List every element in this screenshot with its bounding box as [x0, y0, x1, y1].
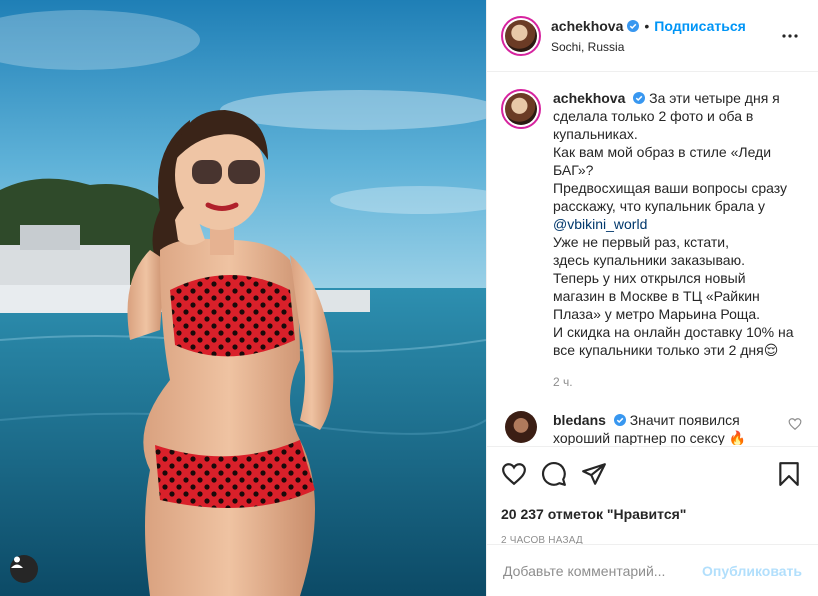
like-count[interactable]: 20 237 отметок "Нравится"	[501, 506, 802, 522]
author-username[interactable]: achekhova	[551, 18, 623, 34]
add-comment-bar: Опубликовать	[487, 544, 818, 596]
post-photo[interactable]	[0, 0, 486, 596]
post-location[interactable]: Sochi, Russia	[551, 40, 778, 54]
caption-line: сделала только 2 фото и оба в	[553, 108, 754, 124]
comment-icon[interactable]	[541, 461, 567, 487]
verified-badge-icon	[613, 414, 626, 426]
follow-button[interactable]: Подписаться	[654, 18, 746, 34]
caption-username[interactable]: achekhova	[553, 90, 625, 106]
tagged-users-button[interactable]	[10, 555, 38, 583]
comment-text-line: хороший партнер по сексу 🔥	[553, 430, 747, 445]
caption-timestamp[interactable]: 2 ч.	[553, 373, 802, 391]
caption-line: Уже не первый раз, кстати,	[553, 234, 729, 250]
author-avatar[interactable]	[501, 15, 541, 56]
caption-avatar[interactable]	[501, 89, 541, 129]
caption-line: За эти четыре дня я	[649, 90, 780, 106]
beach-photo-illustration	[0, 0, 486, 596]
commenter-avatar[interactable]	[505, 411, 537, 443]
caption-line: Плаза» у метро Марьина Роща.	[553, 306, 761, 322]
mention-link[interactable]: @vbikini_world	[553, 215, 802, 233]
caption-line: магазин в Москве в ТЦ «Райкин	[553, 288, 760, 304]
more-options-button[interactable]	[778, 24, 802, 48]
more-horizontal-icon	[782, 33, 798, 38]
caption: achekhova За эти четыре дня я сделала то…	[501, 89, 802, 411]
caption-line: БАГ»?	[553, 162, 594, 178]
caption-line: здесь купальники заказываю.	[553, 252, 745, 268]
comment-item: bledans Значит появился хороший партнер …	[501, 411, 802, 445]
caption-line: Теперь у них открылся новый	[553, 270, 746, 286]
caption-line: купальниках.	[553, 126, 638, 142]
caption-line: расскажу, что купальник брала у	[553, 198, 766, 214]
share-icon[interactable]	[581, 461, 607, 487]
post-side-panel: achekhova • Подписаться Sochi, Russia ac…	[486, 0, 818, 596]
action-bar: 20 237 отметок "Нравится" 2 ЧАСОВ НАЗАД	[487, 446, 818, 546]
caption-line: Как вам мой образ в стиле «Леди	[553, 144, 772, 160]
comment-like-heart-icon[interactable]	[788, 417, 802, 431]
publish-button[interactable]: Опубликовать	[702, 563, 802, 579]
comment-input[interactable]	[503, 562, 703, 579]
commenter-username[interactable]: bledans	[553, 412, 606, 428]
instagram-post: achekhova • Подписаться Sochi, Russia ac…	[0, 0, 818, 596]
verified-badge-icon	[627, 19, 640, 32]
comment-text: Значит появился	[629, 412, 740, 428]
caption-line: И скидка на онлайн доставку 10% на	[553, 324, 794, 340]
comments-list[interactable]: achekhova За эти четыре дня я сделала то…	[487, 73, 818, 445]
verified-badge-icon	[633, 92, 646, 104]
heart-icon[interactable]	[501, 461, 527, 487]
caption-text: achekhova За эти четыре дня я сделала то…	[553, 90, 802, 359]
separator-dot: •	[644, 17, 650, 34]
bookmark-icon[interactable]	[776, 461, 802, 487]
caption-line: все купальники только эти 2 дня😌	[553, 342, 779, 358]
caption-line: Предвосхищая ваши вопросы сразу	[553, 180, 788, 196]
post-header: achekhova • Подписаться Sochi, Russia	[487, 0, 818, 72]
user-icon	[11, 556, 23, 568]
